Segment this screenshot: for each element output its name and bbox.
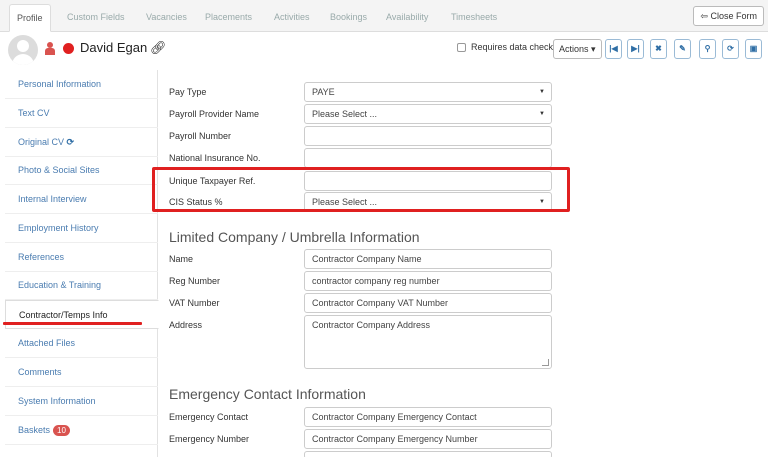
sidebar: Personal Information Text CV Original CV… (5, 70, 159, 457)
last-record-icon[interactable]: ▶| (627, 39, 644, 59)
refresh-icon[interactable]: ⟳ (722, 39, 739, 59)
reg-number-label: Reg Number (169, 276, 221, 286)
ni-number-label: National Insurance No. (169, 153, 261, 163)
tab-custom-fields[interactable]: Custom Fields (60, 4, 132, 32)
save-icon[interactable]: ▣ (745, 39, 762, 59)
emergency-contact-input[interactable]: Contractor Company Emergency Contact (304, 407, 552, 427)
sidebar-item-system-information[interactable]: System Information (5, 387, 158, 416)
sidebar-item-personal-information[interactable]: Personal Information (5, 70, 158, 99)
sidebar-item-attached-files[interactable]: Attached Files (5, 329, 158, 358)
pay-type-select[interactable]: PAYE (304, 82, 552, 102)
ni-number-input[interactable] (304, 148, 552, 168)
emergency-contact-label: Emergency Contact (169, 412, 249, 422)
sidebar-item-education-training[interactable]: Education & Training (5, 271, 158, 300)
actions-dropdown-button[interactable]: Actions ▾ (553, 39, 602, 59)
sidebar-item-text-cv[interactable]: Text CV (5, 99, 158, 128)
payroll-provider-select[interactable]: Please Select ... (304, 104, 552, 124)
person-icon (45, 42, 55, 55)
next-field-input[interactable] (304, 451, 552, 457)
address-textarea[interactable]: Contractor Company Address (304, 315, 552, 369)
emergency-number-input[interactable]: Contractor Company Emergency Number (304, 429, 552, 449)
sidebar-item-employment-history[interactable]: Employment History (5, 214, 158, 243)
sidebar-item-references[interactable]: References (5, 243, 158, 272)
sidebar-item-original-cv[interactable]: Original CV ⟳ (5, 128, 158, 157)
exit-icon: ⇦ (700, 11, 708, 21)
address-label: Address (169, 320, 203, 330)
reg-number-input[interactable]: contractor company reg number (304, 271, 552, 291)
payroll-number-input[interactable] (304, 126, 552, 146)
active-tab-underline (3, 322, 142, 325)
close-form-button[interactable]: ⇦ Close Form (693, 6, 764, 26)
tab-bar: Profile Custom Fields Vacancies Placemen… (0, 0, 768, 32)
tab-activities[interactable]: Activities (267, 4, 317, 32)
close-icon[interactable]: ✖ (650, 39, 667, 59)
tab-vacancies[interactable]: Vacancies (139, 4, 194, 32)
payroll-provider-label: Payroll Provider Name (169, 109, 260, 119)
payroll-number-label: Payroll Number (169, 131, 232, 141)
avatar (8, 35, 38, 65)
company-name-input[interactable]: Contractor Company Name (304, 249, 552, 269)
pay-type-label: Pay Type (169, 87, 207, 97)
edit-icon[interactable]: ✎ (674, 39, 691, 59)
status-dot-icon (63, 43, 74, 54)
sidebar-item-internal-interview[interactable]: Internal Interview (5, 185, 158, 214)
refresh-icon[interactable]: ⟳ (67, 137, 75, 147)
baskets-count-badge: 10 (53, 425, 70, 436)
attach-icon[interactable]: ⚲ (699, 39, 716, 59)
candidate-name: David Egan (80, 40, 148, 55)
tab-availability[interactable]: Availability (379, 4, 435, 32)
emergency-number-label: Emergency Number (169, 434, 250, 444)
requires-data-check-checkbox[interactable] (457, 42, 466, 52)
requires-data-check[interactable]: Requires data check (457, 42, 553, 52)
resize-handle[interactable] (542, 359, 549, 366)
vat-number-input[interactable]: Contractor Company VAT Number (304, 293, 552, 313)
vat-number-label: VAT Number (169, 298, 220, 308)
company-name-label: Name (169, 254, 194, 264)
record-header: David Egan 🔗︎ Requires data check Action… (0, 32, 768, 68)
sidebar-item-comments[interactable]: Comments (5, 358, 158, 387)
first-record-icon[interactable]: |◀ (605, 39, 622, 59)
highlight-annotation (152, 167, 570, 212)
tab-profile[interactable]: Profile (9, 4, 51, 32)
link-icon[interactable]: 🔗︎ (150, 40, 167, 56)
emergency-title: Emergency Contact Information (169, 386, 366, 402)
tab-placements[interactable]: Placements (198, 4, 259, 32)
limited-company-title: Limited Company / Umbrella Information (169, 229, 420, 245)
sidebar-item-photo-social[interactable]: Photo & Social Sites (5, 156, 158, 185)
tab-timesheets[interactable]: Timesheets (444, 4, 504, 32)
sidebar-item-baskets[interactable]: Baskets 10 (5, 416, 158, 445)
tab-bookings[interactable]: Bookings (323, 4, 374, 32)
